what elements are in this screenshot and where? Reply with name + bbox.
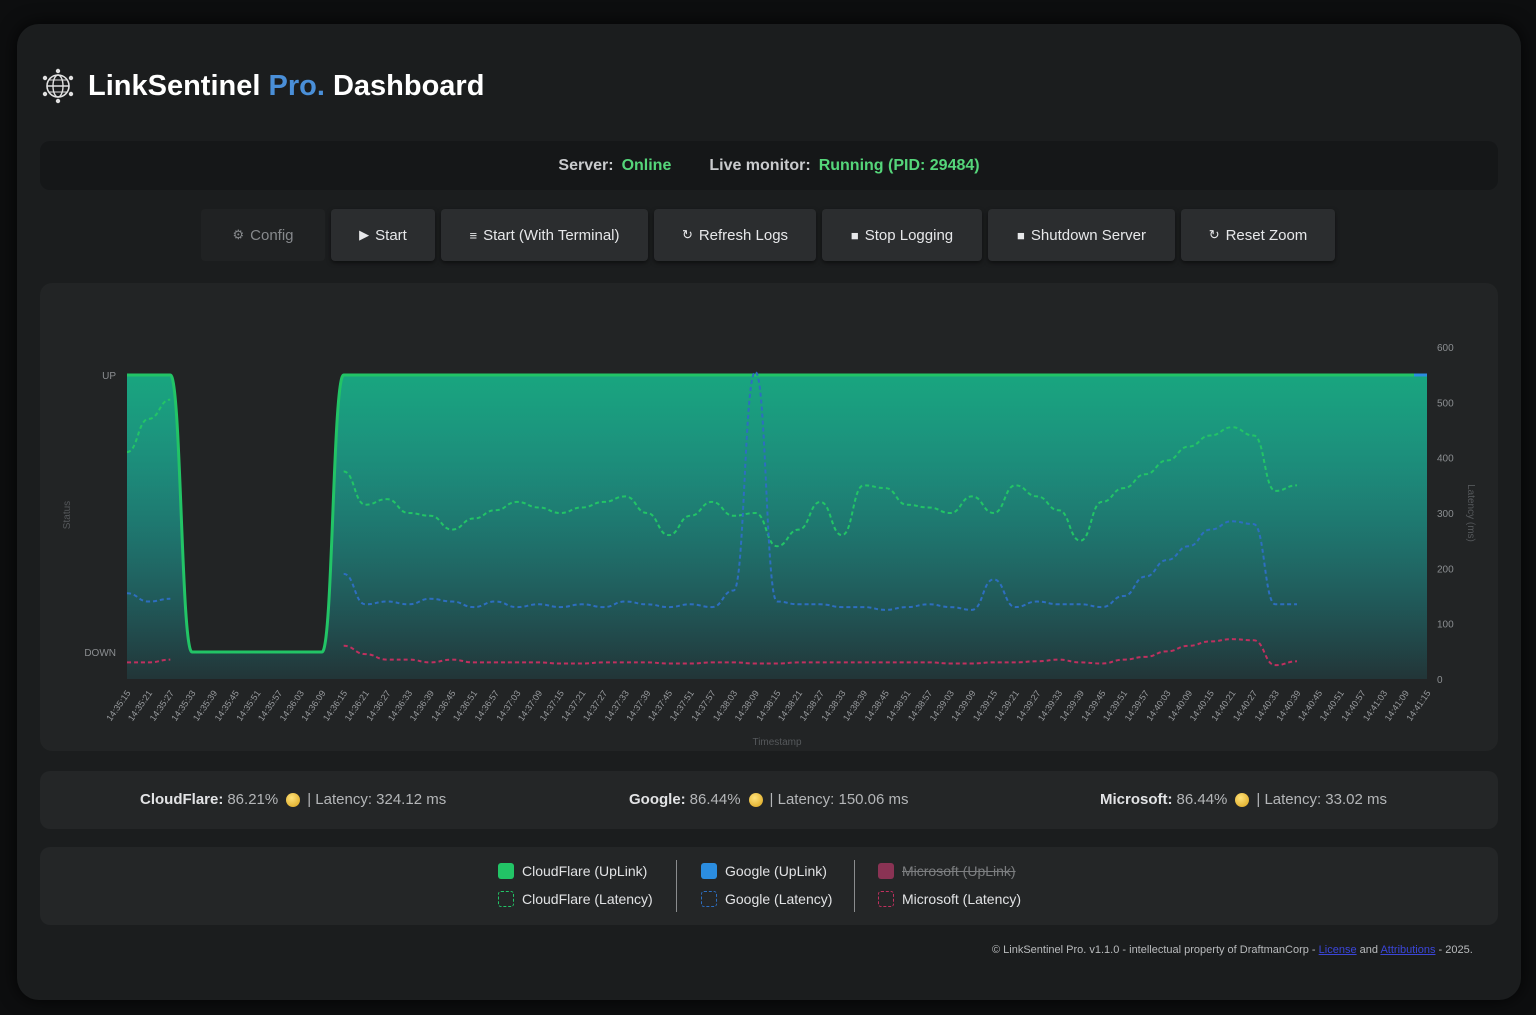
legend-cloudflare-latency[interactable]: CloudFlare (Latency) xyxy=(498,891,653,907)
app-header: LinkSentinel Pro. Dashboard xyxy=(40,64,484,108)
gear-icon: ⚙ xyxy=(232,227,245,242)
stat-name: Microsoft: xyxy=(1100,791,1173,808)
chart-legend: CloudFlare (UpLink) CloudFlare (Latency)… xyxy=(40,847,1498,925)
coin-icon xyxy=(286,792,301,807)
legend-label: CloudFlare (UpLink) xyxy=(522,863,648,879)
stat-name: CloudFlare: xyxy=(140,791,224,808)
refresh-logs-button[interactable]: ↻ Refresh Logs xyxy=(654,209,816,261)
stop-icon: ■ xyxy=(1017,227,1025,243)
y-tick-right: 100 xyxy=(1437,620,1454,631)
y-tick-right: 300 xyxy=(1437,509,1454,520)
stat-google: Google: 86.44% | Latency: 150.06 ms xyxy=(629,791,909,808)
attributions-link[interactable]: Attributions xyxy=(1380,944,1435,956)
refresh-logs-label: Refresh Logs xyxy=(698,226,789,244)
stop-logging-button[interactable]: ■ Stop Logging xyxy=(822,209,982,261)
y-tick-right: 0 xyxy=(1437,675,1443,686)
legend-label: Google (UpLink) xyxy=(725,863,827,879)
shutdown-server-button[interactable]: ■ Shutdown Server xyxy=(988,209,1175,261)
server-value: Online xyxy=(621,156,672,174)
y-axis-left-label: Status xyxy=(62,501,73,529)
legend-label: Google (Latency) xyxy=(725,891,833,907)
refresh-icon: ↻ xyxy=(681,227,693,242)
legend-label: Microsoft (Latency) xyxy=(902,891,1022,907)
server-status: Server: Online xyxy=(558,157,671,175)
legend-swatch xyxy=(878,891,894,907)
license-link[interactable]: License xyxy=(1319,944,1357,956)
stop-logging-label: Stop Logging xyxy=(864,226,954,244)
monitor-value: Running (PID: 29484) xyxy=(818,156,980,174)
stat-latency: | Latency: 150.06 ms xyxy=(769,791,909,808)
start-label: Start xyxy=(375,226,407,244)
title-pro: Pro. xyxy=(268,69,325,102)
coin-icon xyxy=(1235,792,1250,807)
stat-latency: | Latency: 324.12 ms xyxy=(307,791,447,808)
terminal-icon: ≡ xyxy=(469,227,478,243)
shutdown-label: Shutdown Server xyxy=(1030,226,1146,244)
stat-uptime: 86.21% xyxy=(227,791,279,808)
legend-swatch xyxy=(498,863,514,879)
toolbar: ⚙ Config ▶ Start ≡ Start (With Terminal) ↻ R… xyxy=(201,209,1335,261)
legend-microsoft-latency[interactable]: Microsoft (Latency) xyxy=(878,891,1021,907)
globe-network-icon xyxy=(42,68,74,104)
cloudflare-uplink-area xyxy=(127,375,1427,679)
footer-text: © LinkSentinel Pro. v1.1.0 - intellectua… xyxy=(992,944,1316,956)
title-tail: Dashboard xyxy=(332,69,485,102)
y-tick-right: 400 xyxy=(1437,454,1454,465)
legend-swatch xyxy=(701,891,717,907)
legend-swatch xyxy=(498,891,514,907)
stat-uptime: 86.44% xyxy=(1176,791,1228,808)
start-button[interactable]: ▶ Start xyxy=(331,209,435,261)
y-tick-right: 200 xyxy=(1437,564,1454,575)
stat-name: Google: xyxy=(629,791,686,808)
monitor-status: Live monitor: Running (PID: 29484) xyxy=(709,157,979,175)
y-axis-right-label: Latency (ms) xyxy=(1465,484,1476,542)
legend-label: Microsoft (UpLink) xyxy=(902,863,1016,879)
stat-microsoft: Microsoft: 86.44% | Latency: 33.02 ms xyxy=(1100,791,1387,808)
footer: © LinkSentinel Pro. v1.1.0 - intellectua… xyxy=(992,944,1473,956)
y-tick-right: 500 xyxy=(1437,398,1454,409)
start-terminal-label: Start (With Terminal) xyxy=(483,226,620,244)
legend-google-latency[interactable]: Google (Latency) xyxy=(701,891,832,907)
title-main: LinkSentinel xyxy=(88,69,261,102)
stat-cloudflare: CloudFlare: 86.21% | Latency: 324.12 ms xyxy=(140,791,446,808)
legend-cloudflare-uplink[interactable]: CloudFlare (UpLink) xyxy=(498,863,647,879)
server-label: Server: xyxy=(558,156,614,174)
legend-divider xyxy=(676,860,677,912)
status-bar: Server: Online Live monitor: Running (PID:… xyxy=(40,141,1498,190)
refresh-icon: ↻ xyxy=(1208,227,1220,242)
config-button[interactable]: ⚙ Config xyxy=(201,209,325,261)
start-terminal-button[interactable]: ≡ Start (With Terminal) xyxy=(441,209,648,261)
footer-and: and xyxy=(1359,944,1378,956)
stats-bar: CloudFlare: 86.21% | Latency: 324.12 ms Go… xyxy=(40,771,1498,829)
chart-panel[interactable]: UP DOWN 0 100 200 300 400 500 600 Status Latency (… xyxy=(40,283,1498,751)
latency-status-chart[interactable]: UP DOWN 0 100 200 300 400 500 600 Status Latency (… xyxy=(40,283,1498,751)
legend-swatch xyxy=(878,863,894,879)
y-tick-right: 600 xyxy=(1437,343,1454,354)
play-icon: ▶ xyxy=(359,227,370,242)
coin-icon xyxy=(748,792,763,807)
footer-tail: - 2025. xyxy=(1438,944,1473,956)
page-title: LinkSentinel Pro. Dashboard xyxy=(88,70,484,103)
stat-uptime: 86.44% xyxy=(689,791,741,808)
config-label: Config xyxy=(250,226,294,244)
y-tick-down: DOWN xyxy=(84,648,116,659)
legend-divider xyxy=(854,860,855,912)
reset-zoom-button[interactable]: ↻ Reset Zoom xyxy=(1181,209,1335,261)
legend-label: CloudFlare (Latency) xyxy=(522,891,653,907)
stat-latency: | Latency: 33.02 ms xyxy=(1256,791,1388,808)
x-axis-label: Timestamp xyxy=(752,737,802,748)
stop-icon: ■ xyxy=(850,227,859,243)
reset-zoom-label: Reset Zoom xyxy=(1225,226,1308,244)
monitor-label: Live monitor: xyxy=(709,156,811,174)
legend-swatch xyxy=(701,863,717,879)
legend-microsoft-uplink[interactable]: Microsoft (UpLink) xyxy=(878,863,1016,879)
legend-google-uplink[interactable]: Google (UpLink) xyxy=(701,863,827,879)
y-tick-up: UP xyxy=(102,371,116,382)
